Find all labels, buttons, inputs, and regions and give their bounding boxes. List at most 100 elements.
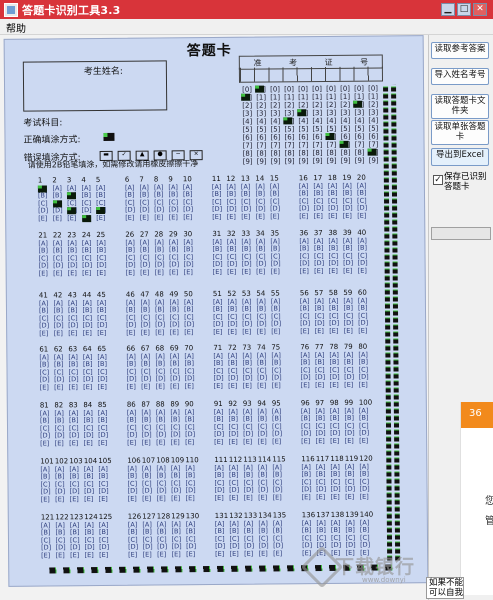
save-recognized-checkbox[interactable]: ✓: [433, 175, 443, 185]
minimize-button[interactable]: ▁: [441, 3, 455, 16]
read-single-button[interactable]: 读取单张答题卡: [431, 120, 489, 145]
question-number: 54: [256, 289, 266, 298]
question-number: 59: [343, 288, 353, 297]
question-number: 1: [37, 176, 43, 185]
option-column: [A] [B] [C] [D] [E]: [356, 181, 368, 220]
popup-notification[interactable]: 36 您 管: [460, 402, 493, 595]
option-column: [A] [B] [C] [D] [E]: [226, 237, 238, 276]
question-number: 131: [214, 511, 229, 521]
question-number: 39: [342, 228, 352, 237]
question-number: 4: [81, 176, 86, 185]
option-column: [A] [B] [C] [D] [E]: [156, 464, 167, 503]
option-column: [A] [B] [C] [D] [E]: [95, 183, 106, 222]
option-column: [A] [B] [C] [D] [E]: [299, 237, 310, 275]
option-column: [A] [B] [C] [D] [E]: [256, 297, 267, 336]
subject-label: 考试科目:: [23, 118, 63, 129]
option-column: [A] [B] [C] [D] [E]: [256, 351, 268, 390]
watermark-sub: www.downyi: [362, 576, 406, 584]
option-column: [A] [B] [C] [D] [E]: [359, 462, 370, 501]
question-number: 58: [328, 288, 338, 298]
question-number: 46: [125, 290, 135, 299]
question-number: 105: [98, 456, 112, 466]
question-number: 123: [69, 513, 84, 522]
question-number: 45: [96, 290, 106, 300]
question-number: 127: [142, 512, 156, 521]
question-number: 14: [255, 174, 265, 183]
option-column: [A] [B] [C] [D] [E]: [97, 408, 109, 447]
exam-digit-column: [0] [1] [2] [3] [4] [5] [6] [7] [8] [9]: [256, 86, 267, 166]
option-column: [A] [B] [C] [D] [E]: [212, 237, 223, 276]
option-column: [A] [B] [C] [D] [E]: [39, 409, 51, 448]
option-column: [A] [B] [C] [D] [E]: [168, 238, 180, 277]
question-number: 26: [125, 230, 135, 239]
answer-mark: [52, 200, 62, 208]
question-number: 33: [241, 229, 251, 238]
question-number: 76: [300, 343, 310, 352]
question-number: 48: [154, 290, 164, 299]
option-column: [A] [B] [C] [D] [E]: [344, 406, 355, 445]
exam-digit-mark: [241, 93, 251, 101]
question-number: 73: [242, 343, 252, 352]
answer-mark: [67, 207, 77, 215]
question-number: 108: [156, 456, 170, 465]
question-number: 65: [97, 344, 107, 354]
question-number: 63: [68, 345, 78, 354]
question-number: 28: [154, 230, 164, 239]
question-number: 43: [67, 291, 77, 300]
option-column: [A] [B] [C] [D] [E]: [271, 407, 283, 446]
close-button[interactable]: ✕: [473, 3, 487, 16]
help-tip-line-2: 可以自我: [429, 588, 464, 598]
answer-mark: [81, 214, 91, 222]
option-column: [A] [B] [C] [D] [E]: [342, 181, 353, 220]
help-tip-button[interactable]: 如果不能 可以自我: [426, 577, 464, 599]
question-number: 126: [127, 512, 142, 521]
option-column: [A] [B] [C] [D] [E]: [127, 464, 138, 503]
exam-digit-column: [0] [1] [2] [3] [4] [5] [6] [7] [8] [9]: [354, 84, 365, 165]
question-number: 136: [301, 511, 316, 520]
option-column: [A] [B] [C] [D] [E]: [169, 298, 180, 337]
menu-help[interactable]: 帮助: [6, 20, 26, 35]
read-reference-answers-button[interactable]: 读取参考答案: [431, 42, 489, 59]
question-number: 117: [315, 455, 330, 464]
question-number: 74: [256, 343, 266, 352]
name-label: 考生姓名:: [83, 66, 123, 78]
option-column: [A] [B] [C] [D] [E]: [185, 520, 197, 558]
option-column: [A] [B] [C] [D] [E]: [315, 407, 326, 445]
import-names-button[interactable]: 导入姓名考号: [431, 68, 489, 85]
question-number: 81: [39, 401, 49, 410]
zk-label-2: 考: [289, 57, 298, 67]
option-column: [A] [B] [C] [D] [E]: [226, 182, 237, 221]
export-excel-button[interactable]: 导出到Excel: [431, 148, 489, 166]
question-number: 109: [170, 456, 185, 465]
option-column: [A] [B] [C] [D] [E]: [357, 296, 369, 335]
question-number: 111: [214, 455, 228, 465]
question-number: 115: [272, 455, 286, 464]
option-column: [A] [B] [C] [D] [E]: [185, 464, 196, 502]
option-column: [A] [B] [C] [D] [E]: [269, 182, 281, 221]
read-folder-button[interactable]: 读取答题卡文件夹: [431, 94, 489, 119]
popup-badge: 36: [469, 408, 482, 419]
question-number: 101: [40, 457, 54, 466]
option-column: [A] [B] [C] [D] [E]: [38, 299, 50, 338]
question-number: 100: [358, 398, 373, 407]
question-number: 57: [314, 289, 324, 298]
exam-number-boxes: [238, 66, 384, 83]
question-number: 98: [329, 398, 339, 408]
question-number: 130: [185, 512, 200, 521]
option-column: [A] [B] [C] [D] [E]: [83, 409, 94, 447]
option-column: [A] [B] [C] [D] [E]: [184, 352, 195, 390]
option-column: [A] [B] [C] [D] [E]: [183, 298, 195, 336]
question-number: 121: [40, 513, 55, 522]
question-number: 120: [359, 454, 373, 463]
option-column: [A] [B] [C] [D] [E]: [39, 353, 50, 392]
option-column: [A] [B] [C] [D] [E]: [328, 236, 339, 275]
question-number: 80: [358, 342, 368, 351]
question-number: 77: [314, 343, 324, 352]
option-column: [A] [B] [C] [D] [E]: [154, 298, 166, 337]
exam-digit-column: [0] [1] [2] [3] [4] [5] [6] [7] [8] [9]: [340, 84, 351, 165]
option-column: [A] [B] [C] [D] [E]: [270, 237, 281, 276]
maximize-button[interactable]: □: [457, 3, 471, 16]
question-number: 140: [359, 510, 374, 519]
option-column: [A] [B] [C] [D] [E]: [357, 236, 368, 275]
option-column: [A] [B] [C] [D] [E]: [228, 463, 240, 502]
